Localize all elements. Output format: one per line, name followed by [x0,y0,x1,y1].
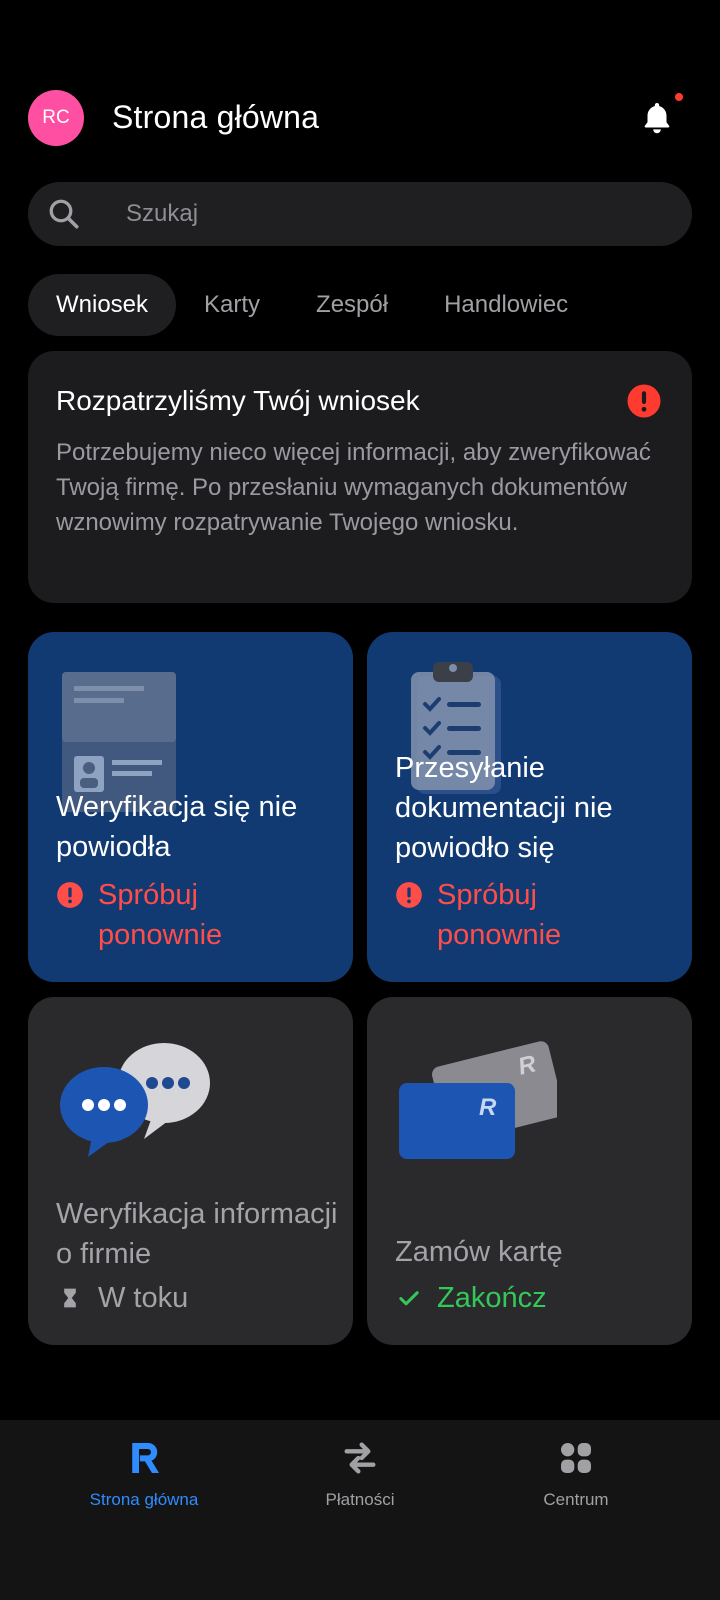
revolut-logo-icon [132,1443,159,1473]
tile-title: Przesyłanie dokumentacji nie powiodło si… [395,752,613,864]
tile-status[interactable]: Zakończ [395,1278,547,1318]
error-icon [627,384,661,418]
tab-wniosek[interactable]: Wniosek [28,274,177,336]
retry-link[interactable]: Spróbuj ponownie [98,875,238,955]
avatar[interactable]: RC [28,90,84,146]
nav-label: Strona główna [89,1490,199,1509]
tile-title: Weryfikacja się nie powiodła [56,791,298,863]
unread-indicator [675,93,683,101]
tab-karty[interactable]: Karty [176,274,288,336]
cards-icon: R R [399,1041,557,1159]
checkmark-icon [399,1291,419,1306]
tile-order-card[interactable]: R R Zamów kartę Zakończ [367,997,692,1345]
avatar-initials: RC [42,107,70,128]
grid-apps-icon [561,1443,591,1473]
application-status-card[interactable]: Rozpatrzyliśmy Twój wniosek Potrzebujemy… [28,351,692,603]
tile-title: Weryfikacja informacji o firmie [56,1198,338,1270]
retry-link[interactable]: Spróbuj ponownie [437,875,577,955]
alert-title: Rozpatrzyliśmy Twój wniosek [56,385,420,416]
error-icon [57,882,83,908]
nav-label: Płatności [325,1490,395,1509]
chat-bubbles-icon [60,1043,210,1157]
bottom-navigation: Strona główna Płatności Centrum [0,1420,720,1600]
nav-label: Centrum [543,1490,609,1509]
nav-payments[interactable]: Płatności [240,1438,480,1510]
tile-title: Zamów kartę [395,1236,563,1268]
status-in-progress: W toku [98,1282,189,1314]
tab-bar: Wniosek Karty Zespół Handlowiec [28,274,596,336]
search-icon [49,199,79,229]
nav-hub[interactable]: Centrum [456,1438,696,1510]
tab-zespol[interactable]: Zespół [288,274,416,336]
bell-icon[interactable] [638,98,676,138]
tile-status[interactable]: Spróbuj ponownie [56,875,238,955]
search-input[interactable] [126,182,666,246]
hourglass-icon [64,1288,76,1308]
alert-body: Potrzebujemy nieco więcej informacji, ab… [56,439,651,536]
app-header: RC Strona główna [0,0,720,170]
tile-company-info-verification[interactable]: Weryfikacja informacji o firmie W toku [28,997,353,1345]
tile-documents-upload-failed[interactable]: Przesyłanie dokumentacji nie powiodło si… [367,632,692,982]
error-icon [396,882,422,908]
tab-handlowiec[interactable]: Handlowiec [416,274,596,336]
tile-status[interactable]: W toku [56,1278,188,1318]
nav-home[interactable]: Strona główna [24,1438,264,1510]
tile-verification-failed[interactable]: Weryfikacja się nie powiodła Spróbuj pon… [28,632,353,982]
search-bar[interactable] [28,182,692,246]
page-title: Strona główna [112,99,320,135]
tile-status[interactable]: Spróbuj ponownie [395,875,577,955]
finish-link[interactable]: Zakończ [437,1278,547,1318]
svg-text:R: R [479,1094,497,1121]
transfer-arrows-icon [344,1442,376,1474]
